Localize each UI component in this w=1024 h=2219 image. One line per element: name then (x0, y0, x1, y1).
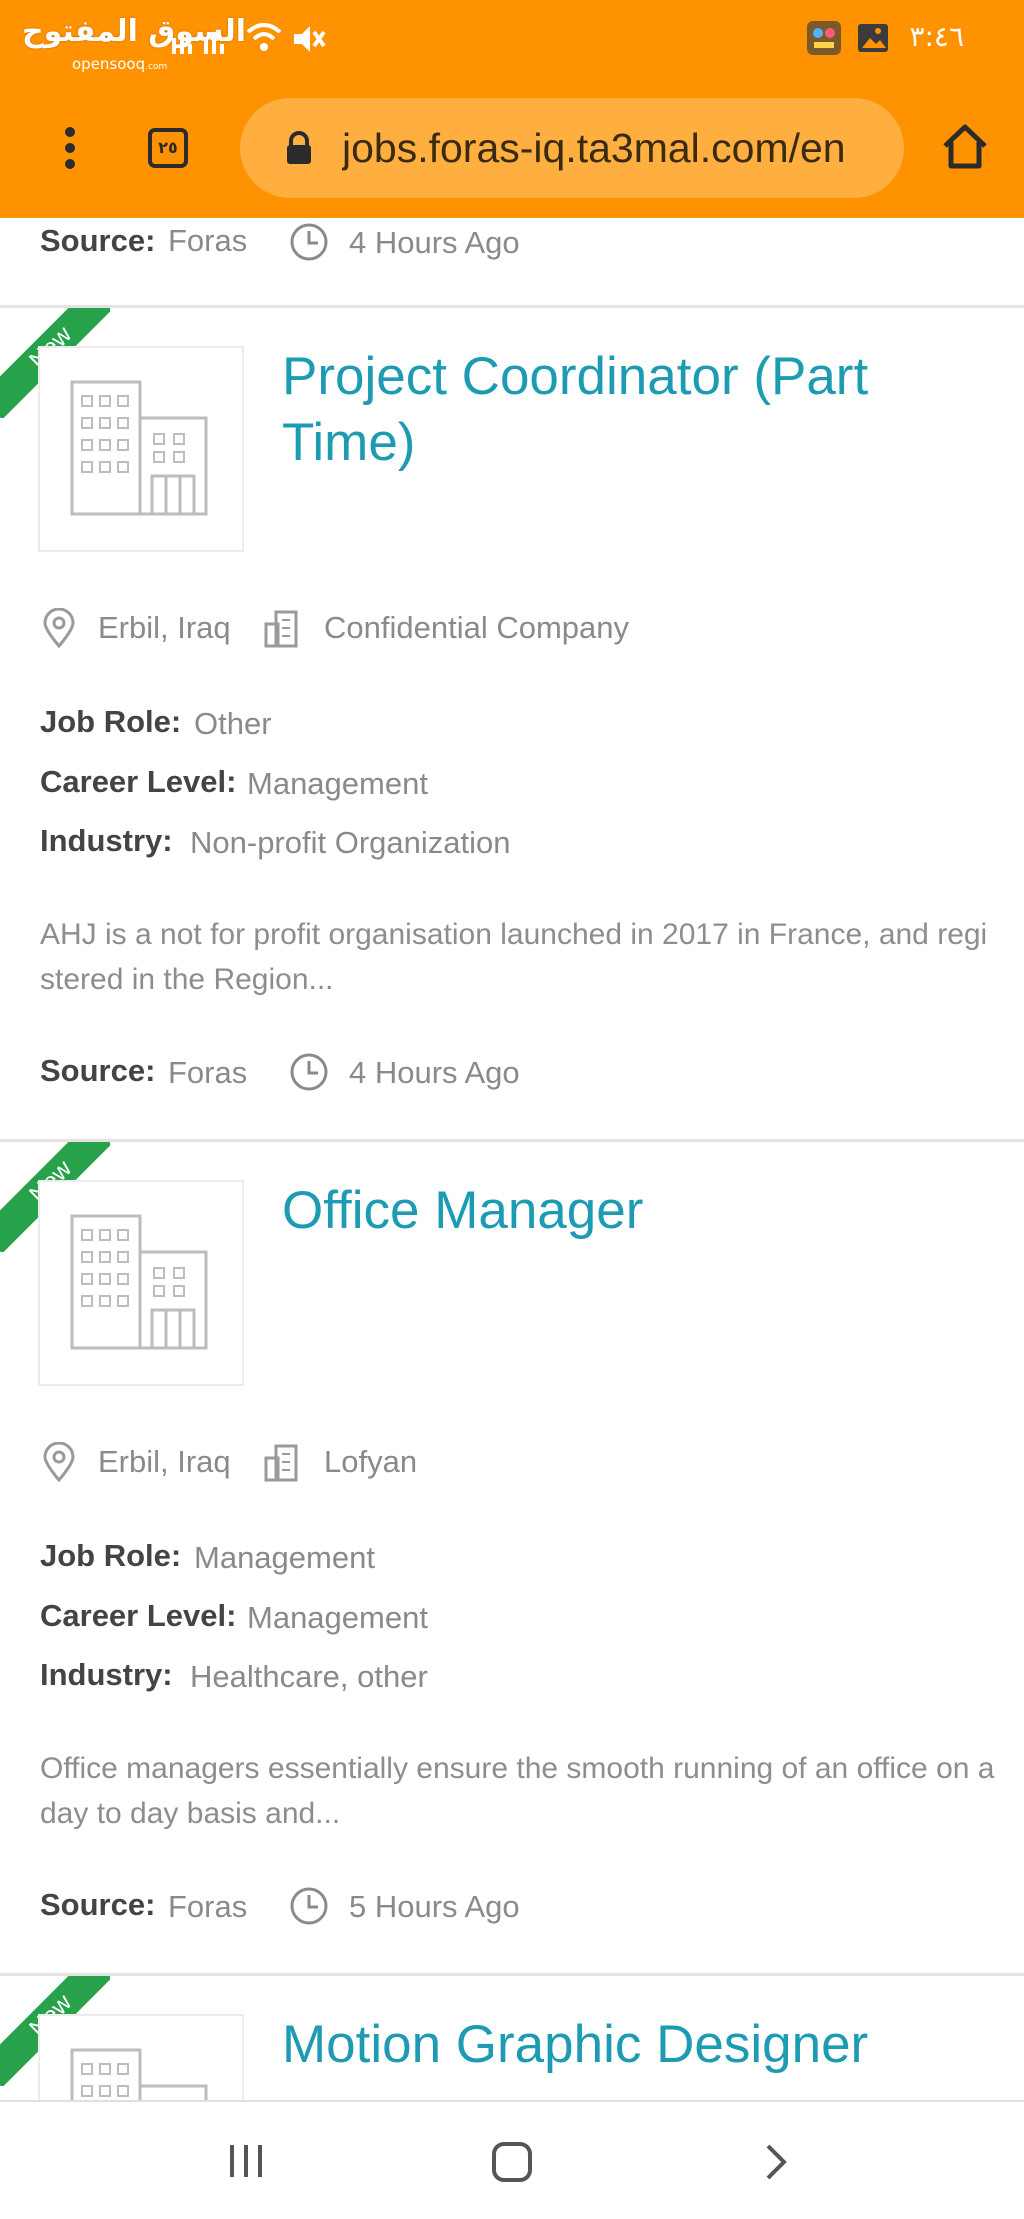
time-ago: 4 Hours Ago (349, 1055, 520, 1090)
company-logo (38, 2014, 244, 2100)
company-name: Confidential Company (324, 610, 630, 645)
source-value: Foras (168, 1055, 248, 1090)
company-name: Lofyan (324, 1444, 418, 1479)
job-title-link[interactable]: Project Coordinator (Part Time) (282, 344, 982, 476)
industry-label: Industry: (40, 1657, 173, 1692)
android-nav-bar (0, 2100, 1024, 2219)
company-building-icon (264, 610, 298, 648)
signal-icon (172, 32, 224, 54)
job-role-value: Management (194, 1540, 375, 1575)
job-title-link[interactable]: Motion Graphic Designer (282, 2012, 982, 2078)
gallery-icon (858, 24, 888, 52)
lock-icon (287, 131, 311, 164)
career-level-value: Management (247, 766, 428, 801)
chevron-right-icon[interactable] (762, 2142, 792, 2182)
company-logo (38, 346, 244, 552)
job-list: Source: Foras 4 Hours Ago New (0, 218, 1024, 2100)
opensooq-watermark-latin: opensooq.com (72, 55, 168, 73)
home-button-icon[interactable] (490, 2140, 534, 2184)
browser-toolbar: ٢٥ jobs.foras-iq.ta3mal.com/en (0, 88, 1024, 208)
source-value: Foras (168, 223, 248, 258)
company-building-icon (264, 1444, 298, 1482)
source-label: Source: (40, 223, 156, 258)
job-role-value: Other (194, 706, 272, 741)
job-description: AHJ is a not for profit organisation lau… (40, 918, 988, 996)
status-time: ٣:٤٦ (909, 20, 964, 53)
company-logo (38, 1180, 244, 1386)
browser-chrome: السوق المفتوح opensooq.com ٣:٤٦ ٢٥ jobs.… (0, 0, 1024, 218)
industry-value: Non-profit Organization (190, 825, 511, 860)
career-level-label: Career Level: (40, 764, 237, 799)
job-title-link[interactable]: Office Manager (282, 1178, 982, 1244)
clock-icon (290, 1887, 328, 1925)
building-icon (70, 380, 208, 516)
mute-icon (294, 26, 326, 52)
more-options-icon[interactable] (56, 124, 84, 172)
location-pin-icon (43, 608, 75, 648)
job-location: Erbil, Iraq (98, 1444, 231, 1479)
status-bar: السوق المفتوح opensooq.com ٣:٤٦ (0, 0, 1024, 78)
wifi-icon (246, 23, 282, 51)
building-icon (70, 2048, 208, 2100)
tab-switcher-button[interactable]: ٢٥ (148, 128, 188, 168)
home-icon[interactable] (940, 122, 990, 172)
address-bar[interactable]: jobs.foras-iq.ta3mal.com/en (240, 98, 904, 198)
job-description: Office managers essentially ensure the s… (40, 1752, 995, 1830)
industry-value: Healthcare, other (190, 1659, 428, 1694)
source-label: Source: (40, 1053, 156, 1088)
recent-apps-icon[interactable] (226, 2142, 266, 2180)
building-icon (70, 1214, 208, 1350)
location-pin-icon (43, 1442, 75, 1482)
industry-label: Industry: (40, 823, 173, 858)
time-ago: 4 Hours Ago (349, 225, 520, 260)
app-notification-icon (807, 21, 841, 55)
clock-icon (290, 223, 328, 261)
source-label: Source: (40, 1887, 156, 1922)
source-value: Foras (168, 1889, 248, 1924)
time-ago: 5 Hours Ago (349, 1889, 520, 1924)
job-location: Erbil, Iraq (98, 610, 231, 645)
job-role-label: Job Role: (40, 1538, 182, 1573)
job-card[interactable]: New Office Manager (0, 1142, 1024, 1972)
job-role-label: Job Role: (40, 704, 182, 739)
career-level-value: Management (247, 1600, 428, 1635)
url-text[interactable]: jobs.foras-iq.ta3mal.com/en (342, 121, 887, 175)
job-card[interactable]: New Project Coordinator (Part Time) (0, 308, 1024, 1138)
clock-icon (290, 1053, 328, 1091)
job-card[interactable]: New Motion Graphic Designer (0, 1976, 1024, 2100)
career-level-label: Career Level: (40, 1598, 237, 1633)
